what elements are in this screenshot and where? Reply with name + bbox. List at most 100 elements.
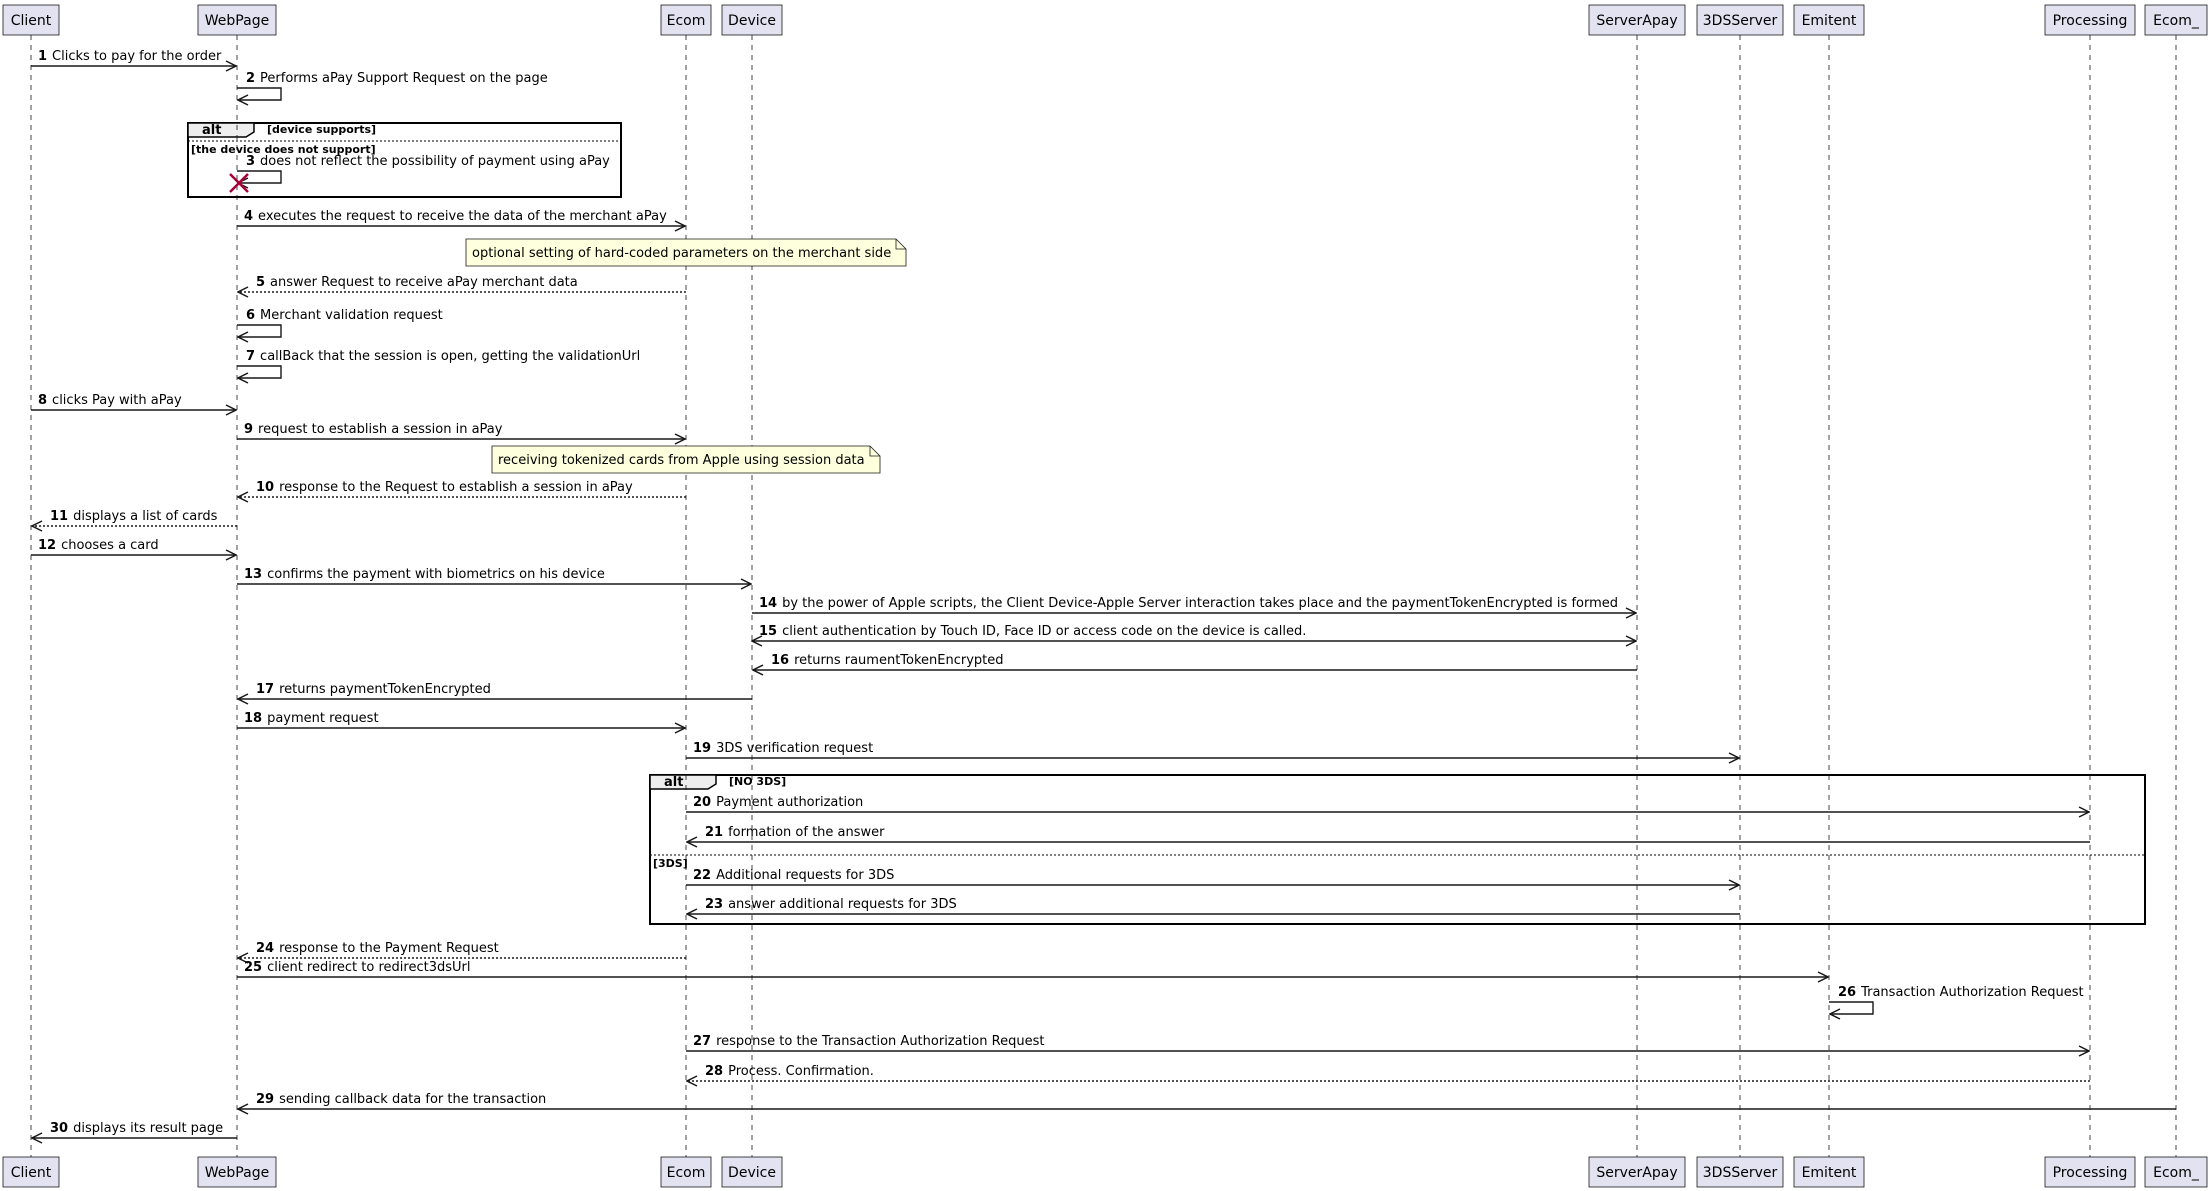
message-text: confirms the payment with biometrics on … — [267, 567, 605, 582]
alt-frame-guard: [3DS] — [653, 857, 688, 870]
participant-ecom-top: Ecom_ — [2144, 4, 2208, 36]
message-number: 2 — [246, 71, 255, 86]
participant-webpage-bottom: WebPage — [197, 1156, 277, 1188]
message-label: 19 3DS verification request — [693, 741, 873, 756]
message-number: 22 — [693, 868, 711, 883]
participant-label: 3DSServer — [1703, 1165, 1778, 1181]
message-label: 16 returns raumentTokenEncrypted — [771, 653, 1004, 668]
message-text: by the power of Apple scripts, the Clien… — [782, 596, 1618, 611]
message-label: 13 confirms the payment with biometrics o… — [244, 567, 605, 582]
note: receiving tokenized cards from Apple usi… — [491, 445, 881, 474]
participant-ecom-top: Ecom — [660, 4, 712, 36]
message-text: response to the Payment Request — [279, 941, 499, 956]
message: 2 Performs aPay Support Request on the pa… — [237, 71, 548, 100]
message-number: 13 — [244, 567, 262, 582]
message: 21 formation of the answer — [687, 825, 2090, 842]
message-number: 21 — [705, 825, 723, 840]
participant-client-bottom: Client — [2, 1156, 60, 1188]
message-number: 27 — [693, 1034, 711, 1049]
message: 9 request to establish a session in aPay — [237, 422, 685, 439]
self-message-arrow — [1829, 1001, 1874, 1014]
message-label: 6 Merchant validation request — [246, 308, 443, 323]
message-text: answer additional requests for 3DS — [728, 897, 957, 912]
self-message-arrow — [237, 365, 282, 378]
message-text: executes the request to receive the data… — [258, 209, 667, 224]
message-label: 17 returns paymentTokenEncrypted — [256, 682, 491, 697]
participant-device-bottom: Device — [721, 1156, 783, 1188]
message-label: 3 does not reflect the possibility of pay… — [246, 154, 610, 169]
message-label: 1 Clicks to pay for the order — [38, 49, 222, 64]
message: 1 Clicks to pay for the order — [31, 49, 236, 66]
message-number: 6 — [246, 308, 255, 323]
message-text: clicks Pay with aPay — [52, 393, 182, 408]
message: 28 Process. Confirmation. — [687, 1064, 2090, 1081]
message: 19 3DS verification request — [686, 741, 1739, 758]
message-number: 26 — [1838, 985, 1856, 1000]
message-number: 8 — [38, 393, 47, 408]
message-label: 9 request to establish a session in aPay — [244, 422, 503, 437]
message-number: 9 — [244, 422, 253, 437]
participant-processing-top: Processing — [2044, 4, 2136, 36]
participant-label: Ecom — [667, 1165, 706, 1181]
message-label: 28 Process. Confirmation. — [705, 1064, 874, 1079]
participant-label: Processing — [2053, 13, 2128, 29]
self-message-arrow — [237, 324, 282, 337]
message-text: Clicks to pay for the order — [52, 49, 222, 64]
participant-client-top: Client — [2, 4, 60, 36]
message: 14 by the power of Apple scripts, the Cli… — [752, 596, 1636, 613]
message-text: does not reflect the possibility of paym… — [260, 154, 610, 169]
participant-serverapay-top: ServerApay — [1588, 4, 1686, 36]
participant-label: ServerApay — [1596, 13, 1677, 29]
participant-label: Ecom — [667, 13, 706, 29]
alt-frame-operator: alt — [664, 775, 683, 790]
alt-frame-operator: alt — [202, 123, 221, 138]
message-text: client authentication by Touch ID, Face … — [782, 624, 1306, 639]
participant-label: Emitent — [1802, 1165, 1857, 1181]
message-number: 15 — [759, 624, 777, 639]
message-text: Process. Confirmation. — [728, 1064, 874, 1079]
message-text: displays a list of cards — [73, 509, 218, 524]
message-text: Merchant validation request — [260, 308, 443, 323]
message-text: returns paymentTokenEncrypted — [279, 682, 491, 697]
message: 16 returns raumentTokenEncrypted — [753, 653, 1637, 670]
message-label: 23 answer additional requests for 3DS — [705, 897, 957, 912]
message-label: 4 executes the request to receive the dat… — [244, 209, 667, 224]
participant-label: WebPage — [205, 1165, 269, 1181]
message-text: answer Request to receive aPay merchant … — [270, 275, 578, 290]
message-label: 30 displays its result page — [50, 1121, 223, 1136]
message: 4 executes the request to receive the dat… — [237, 209, 685, 226]
message-label: 5 answer Request to receive aPay merchant… — [256, 275, 578, 290]
message-label: 20 Payment authorization — [693, 795, 863, 810]
message: 10 response to the Request to establish a… — [238, 480, 686, 497]
message: 6 Merchant validation request — [237, 308, 443, 337]
message: 5 answer Request to receive aPay merchant… — [238, 275, 686, 292]
message-text: returns raumentTokenEncrypted — [794, 653, 1003, 668]
participant-ecom-bottom: Ecom — [660, 1156, 712, 1188]
message-number: 1 — [38, 49, 47, 64]
participant-3dsserver-top: 3DSServer — [1696, 4, 1784, 36]
message-label: 21 formation of the answer — [705, 825, 885, 840]
message: 26 Transaction Authorization Request — [1829, 985, 2084, 1014]
message-label: 8 clicks Pay with aPay — [38, 393, 182, 408]
message-number: 17 — [256, 682, 274, 697]
message-label: 15 client authentication by Touch ID, Fac… — [759, 624, 1306, 639]
message-text: Payment authorization — [716, 795, 863, 810]
message-label: 11 displays a list of cards — [50, 509, 218, 524]
message-number: 28 — [705, 1064, 723, 1079]
message-label: 25 client redirect to redirect3dsUrl — [244, 960, 470, 975]
messages: 1 Clicks to pay for the order 2 Performs aP… — [31, 49, 2176, 1138]
message: 17 returns paymentTokenEncrypted — [238, 682, 752, 699]
message-number: 7 — [246, 349, 255, 364]
message-number: 24 — [256, 941, 274, 956]
participant-device-top: Device — [721, 4, 783, 36]
participant-label: Client — [11, 1165, 52, 1181]
participant-emitent-top: Emitent — [1793, 4, 1865, 36]
participant-3dsserver-bottom: 3DSServer — [1696, 1156, 1784, 1188]
self-message-arrow — [237, 87, 282, 100]
message-text: displays its result page — [73, 1121, 223, 1136]
message: 3 does not reflect the possibility of pay… — [229, 154, 610, 193]
note-text: receiving tokenized cards from Apple usi… — [498, 453, 865, 468]
participant-processing-bottom: Processing — [2044, 1156, 2136, 1188]
message-text: callBack that the session is open, getti… — [260, 349, 640, 364]
participant-label: Client — [11, 13, 52, 29]
